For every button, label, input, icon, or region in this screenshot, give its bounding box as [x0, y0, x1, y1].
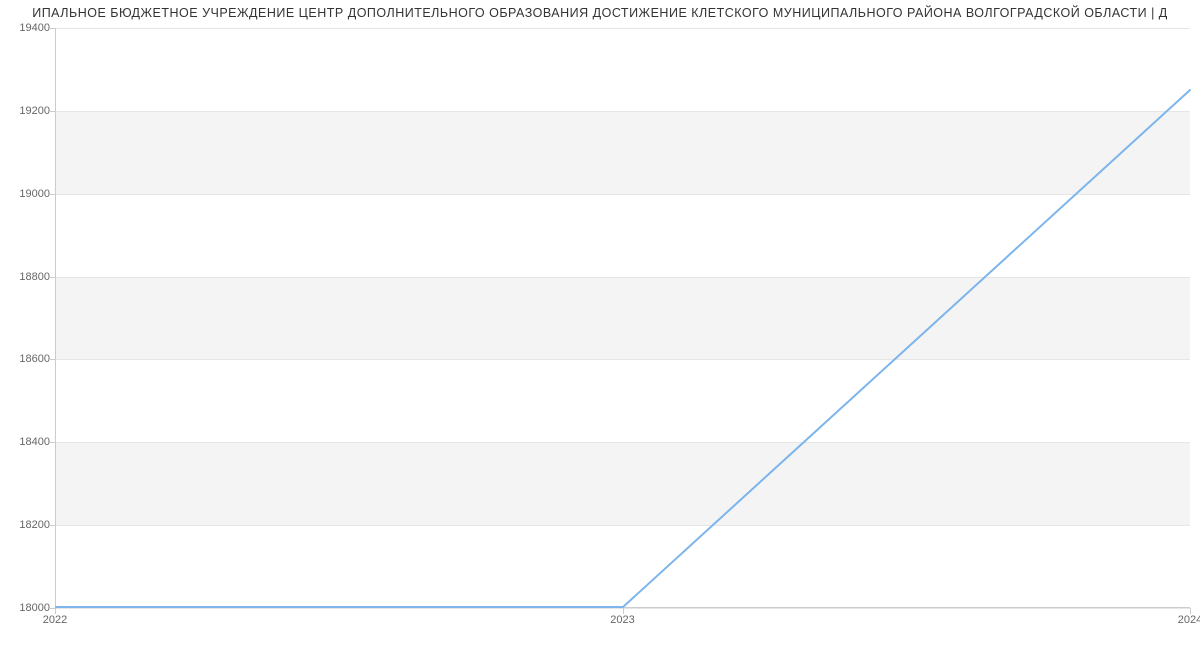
- x-tick: [1190, 608, 1191, 614]
- y-tick: [49, 194, 55, 195]
- x-tick: [55, 608, 56, 614]
- y-tick-label: 18000: [10, 602, 50, 614]
- y-tick-label: 18600: [10, 353, 50, 365]
- plot-area: [55, 28, 1190, 608]
- data-polyline: [56, 90, 1190, 607]
- y-tick-label: 19400: [10, 22, 50, 34]
- y-tick-label: 18400: [10, 436, 50, 448]
- chart-title: ИПАЛЬНОЕ БЮДЖЕТНОЕ УЧРЕЖДЕНИЕ ЦЕНТР ДОПО…: [0, 6, 1200, 20]
- y-tick-label: 19200: [10, 105, 50, 117]
- y-tick: [49, 442, 55, 443]
- x-tick: [623, 608, 624, 614]
- x-tick-label: 2023: [610, 614, 634, 626]
- x-tick-label: 2022: [43, 614, 67, 626]
- y-tick-label: 19000: [10, 188, 50, 200]
- y-tick-label: 18800: [10, 271, 50, 283]
- y-tick: [49, 28, 55, 29]
- x-tick-label: 2024: [1178, 614, 1200, 626]
- chart-container: ИПАЛЬНОЕ БЮДЖЕТНОЕ УЧРЕЖДЕНИЕ ЦЕНТР ДОПО…: [0, 0, 1200, 650]
- y-tick: [49, 277, 55, 278]
- y-tick: [49, 359, 55, 360]
- line-series: [56, 28, 1190, 607]
- y-tick: [49, 525, 55, 526]
- y-tick: [49, 111, 55, 112]
- y-tick-label: 18200: [10, 519, 50, 531]
